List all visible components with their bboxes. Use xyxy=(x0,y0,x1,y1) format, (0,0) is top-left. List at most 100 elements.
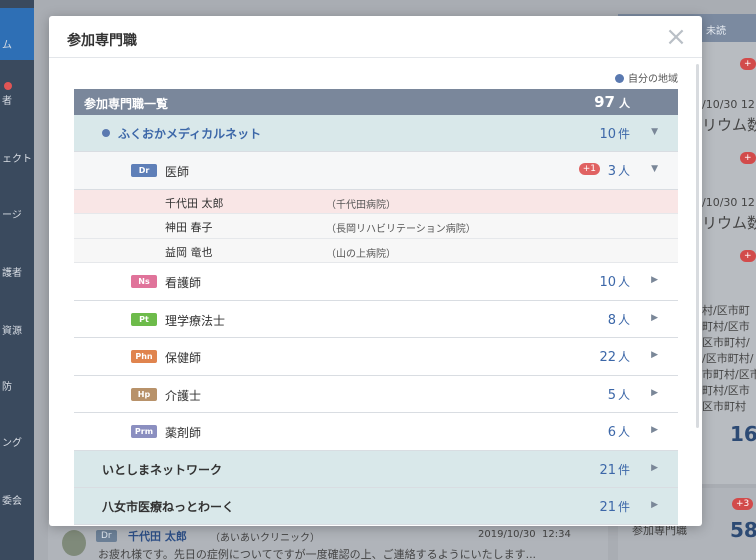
chevron-right-icon[interactable]: ▶ xyxy=(651,463,658,473)
own-region-dot-icon xyxy=(102,129,110,137)
profession-row[interactable]: Dr 医師 +1 3人 ▼ xyxy=(74,152,678,190)
right-big-number: 16 xyxy=(730,422,756,446)
profession-count: 8人 xyxy=(607,312,630,328)
list-header-label: 参加専門職一覧 xyxy=(84,97,169,111)
scrollbar[interactable] xyxy=(696,64,699,428)
member-hospital: （長岡リハビリテーション病院） xyxy=(326,224,476,235)
profession-count: 6人 xyxy=(607,425,630,440)
profession-badge: Phn xyxy=(131,350,157,363)
close-icon[interactable]: × xyxy=(662,23,690,51)
participants-list: 参加専門職一覧 97 人 ふくおかメディカルネット 10 件 ▼ Dr 医師 +1 … xyxy=(74,89,678,526)
network-count: 21 件 xyxy=(599,499,630,515)
profession-row[interactable]: Hp 介護士 5人 ▶ xyxy=(74,375,678,413)
unread-badge: + xyxy=(740,58,756,70)
profession-badge: Hp xyxy=(131,387,157,401)
message-text: お疲れ様です。先日の症例についてですが一度確認の上、ご連絡するようにいたします.… xyxy=(98,548,537,560)
sidebar-item-projects[interactable]: ェクト xyxy=(0,150,34,165)
modal-header: 参加専門職 × xyxy=(49,16,702,58)
chevron-right-icon[interactable]: ▶ xyxy=(651,500,658,510)
network-name: 八女市医療ねっとわーく xyxy=(102,499,235,514)
profession-row[interactable]: Pt 理学療法士 8人 ▶ xyxy=(74,300,678,338)
profession-badge: Prm xyxy=(131,425,157,438)
right-area: 区市町村/ xyxy=(702,336,750,349)
profession-name: 保健師 xyxy=(165,351,202,365)
sidebar-item-committee[interactable]: 委会 xyxy=(0,492,34,507)
sidebar-item-training[interactable]: ング xyxy=(0,434,34,449)
network-row[interactable]: いとしまネットワーク 21 件 ▶ xyxy=(74,450,678,488)
chevron-down-icon[interactable]: ▼ xyxy=(651,127,658,137)
profession-badge: Ns xyxy=(131,275,157,288)
member-hospital: （山の上病院） xyxy=(326,248,396,260)
right-area: 村/区市町 xyxy=(702,304,750,317)
right-area: 町村/区市 xyxy=(702,384,750,397)
sidebar-item-prevention[interactable]: 防 xyxy=(0,378,34,393)
member-hospital: （千代田病院） xyxy=(326,199,396,211)
doctor-badge: Dr xyxy=(96,530,117,542)
sidebar-item-messages[interactable]: ージ xyxy=(0,206,34,221)
member-name: 益岡 竜也 xyxy=(165,245,213,259)
sidebar-item-caregivers[interactable]: 護者 xyxy=(0,264,34,279)
profession-badge: Pt xyxy=(131,312,157,326)
message-sender: 千代田 太郎 xyxy=(128,530,187,543)
profession-row[interactable]: Ns 看護師 10 人 ▶ xyxy=(74,263,678,301)
profession-count: 22 人 xyxy=(599,350,630,365)
right-area: 町村/区市 xyxy=(702,320,750,333)
participants-modal: 参加専門職 × 自分の地域 参加専門職一覧 97 人 ふくおかメディカルネット 1… xyxy=(49,16,702,526)
member-row[interactable]: 千代田 太郎 （千代田病院） xyxy=(74,189,678,214)
participants-number: 58 xyxy=(730,518,756,542)
member-name: 千代田 太郎 xyxy=(165,196,224,210)
right-label: リウム数 xyxy=(702,214,756,232)
right-area: /区市町村/ xyxy=(702,352,754,365)
chevron-right-icon[interactable]: ▶ xyxy=(651,275,658,285)
list-header-count: 97 人 xyxy=(594,93,630,111)
own-region-dot-icon xyxy=(615,74,624,83)
profession-row[interactable]: Prm 薬剤師 6人 ▶ xyxy=(74,413,678,451)
app-sidebar: ム 者 ェクト ージ 護者 資源 防 ング 委会 xyxy=(0,0,34,560)
profession-name: 理学療法士 xyxy=(165,313,226,328)
legend-label: 自分の地域 xyxy=(628,74,678,85)
network-count: 21 件 xyxy=(599,462,630,478)
sidebar-item-resources[interactable]: 資源 xyxy=(0,322,34,337)
notification-dot xyxy=(4,82,12,90)
message-clinic: （あいあいクリニック） xyxy=(210,533,320,544)
participants-badge: +3 xyxy=(732,498,754,510)
message-date: 2019/10/30 xyxy=(478,529,536,540)
network-count: 10 件 xyxy=(599,127,630,142)
chevron-right-icon[interactable]: ▶ xyxy=(651,388,658,398)
profession-badge: Dr xyxy=(131,164,157,177)
profession-name: 薬剤師 xyxy=(165,426,202,440)
chevron-down-icon[interactable]: ▼ xyxy=(651,164,658,174)
sidebar-item-patients[interactable]: 者 xyxy=(0,92,34,107)
sidebar-item-home[interactable]: ム xyxy=(0,8,34,60)
new-count-badge: +1 xyxy=(578,163,600,175)
profession-name: 看護師 xyxy=(165,276,202,290)
member-name: 神田 春子 xyxy=(165,221,213,234)
network-name: いとしまネットワーク xyxy=(102,462,223,477)
right-date: /10/30 12 xyxy=(702,196,755,209)
message-time: 12:34 xyxy=(542,529,571,540)
unread-badge: + xyxy=(740,152,756,164)
chevron-right-icon[interactable]: ▶ xyxy=(651,425,658,435)
network-row[interactable]: ふくおかメディカルネット 10 件 ▼ xyxy=(74,115,678,152)
list-header: 参加専門職一覧 97 人 xyxy=(74,89,678,115)
avatar xyxy=(62,530,86,556)
right-date: /10/30 12 xyxy=(702,98,755,111)
member-row[interactable]: 神田 春子 （長岡リハビリテーション病院） xyxy=(74,214,678,239)
right-label: リウム数 xyxy=(702,116,756,134)
right-area: 区市町村 xyxy=(702,400,746,413)
profession-name: 介護士 xyxy=(165,388,202,403)
network-row[interactable]: 八女市医療ねっとわーく 21 件 ▶ xyxy=(74,487,678,525)
profession-row[interactable]: Phn 保健師 22 人 ▶ xyxy=(74,338,678,376)
profession-count: 10 人 xyxy=(599,275,630,290)
profession-count: 5人 xyxy=(607,387,630,403)
profession-count: 3人 xyxy=(607,164,630,179)
unread-badge: + xyxy=(740,250,756,262)
legend: 自分の地域 xyxy=(615,70,678,85)
modal-title: 参加専門職 xyxy=(67,33,137,49)
right-area: 市町村/区市 xyxy=(702,368,756,381)
profession-name: 医師 xyxy=(165,165,190,179)
chevron-right-icon[interactable]: ▶ xyxy=(651,350,658,360)
member-row[interactable]: 益岡 竜也 （山の上病院） xyxy=(74,238,678,263)
network-name: ふくおかメディカルネット xyxy=(118,127,262,141)
chevron-right-icon[interactable]: ▶ xyxy=(651,313,658,323)
